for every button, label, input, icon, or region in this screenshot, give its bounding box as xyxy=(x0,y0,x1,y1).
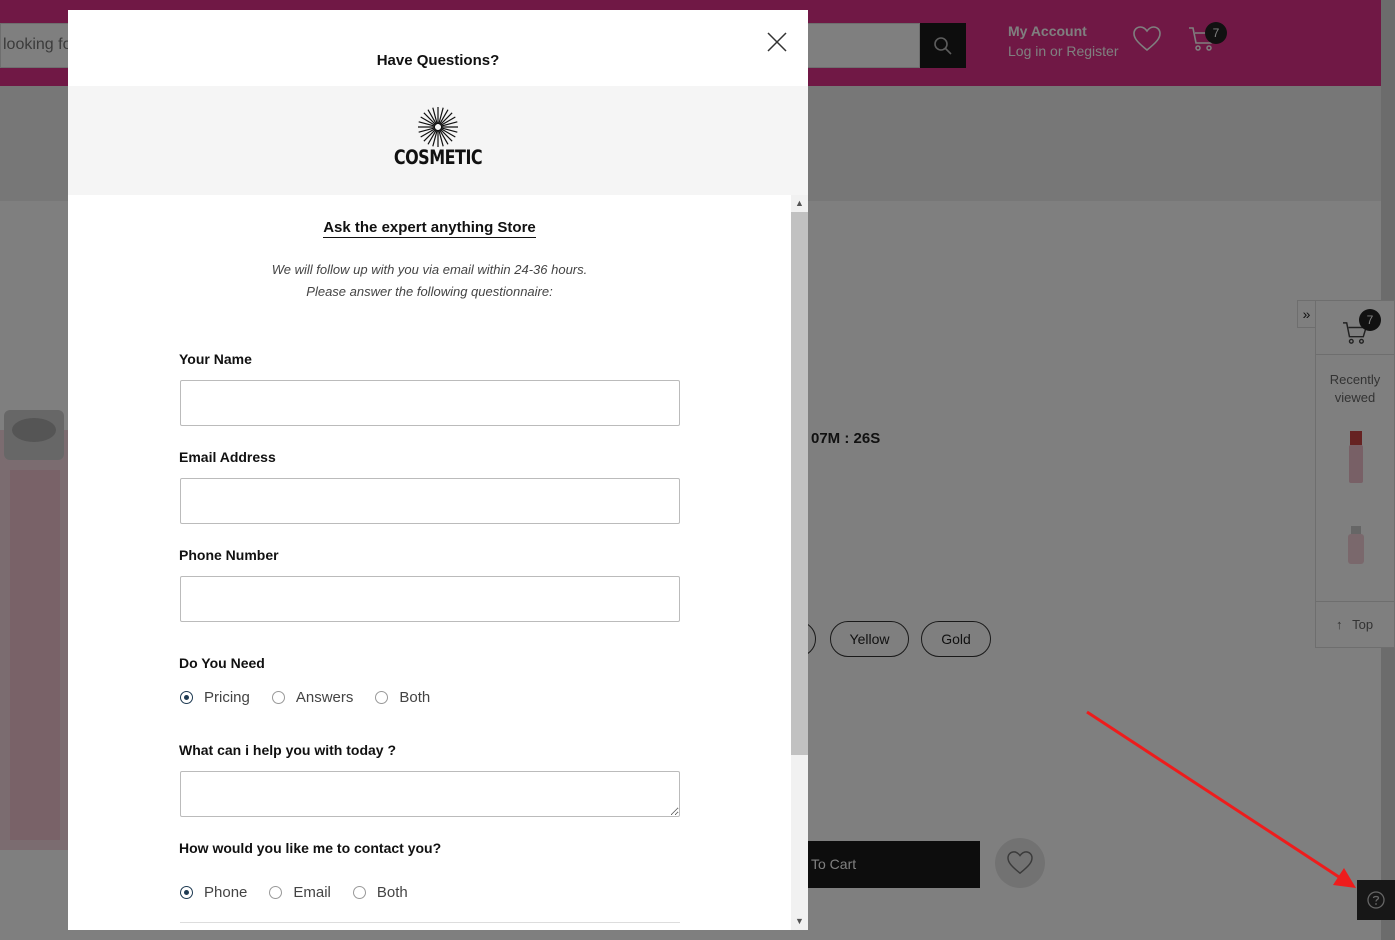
email-field[interactable] xyxy=(180,478,680,524)
radio-label: Phone xyxy=(204,884,248,901)
scrollbar-thumb[interactable] xyxy=(791,212,808,755)
radio-label: Email xyxy=(293,884,331,901)
close-button[interactable] xyxy=(765,30,789,54)
radio-button[interactable] xyxy=(352,886,366,899)
need-label: Do You Need xyxy=(179,655,265,671)
radio-button[interactable] xyxy=(271,691,285,704)
radio-button[interactable] xyxy=(180,691,193,704)
radio-label: Pricing xyxy=(204,689,250,706)
close-icon xyxy=(767,32,787,52)
scroll-up-icon[interactable]: ▲ xyxy=(791,195,808,212)
phone-label: Phone Number xyxy=(179,547,279,563)
phone-field[interactable] xyxy=(180,576,680,622)
modal-title: Have Questions? xyxy=(376,52,500,69)
help-label: What can i help you with today ? xyxy=(179,742,397,758)
radio-label: Answers xyxy=(295,689,354,706)
need-option-pricing[interactable]: Pricing xyxy=(180,689,250,706)
intro-line: Please answer the following questionnair… xyxy=(306,284,553,299)
radio-button[interactable] xyxy=(180,886,193,899)
questionnaire-form: Ask the expert anything Store We will fo… xyxy=(68,195,791,930)
modal-scrollbar[interactable]: ▲ ▼ xyxy=(791,195,808,930)
scroll-down-icon[interactable]: ▼ xyxy=(791,913,808,930)
name-field[interactable] xyxy=(180,380,680,426)
store-title: Ask the expert anything Store xyxy=(323,219,536,238)
intro-text: We will follow up with you via email wit… xyxy=(68,259,791,303)
help-textarea[interactable] xyxy=(180,771,680,817)
contact-label: How would you like me to contact you? xyxy=(179,840,442,856)
need-option-answers[interactable]: Answers xyxy=(271,689,354,706)
radio-label: Both xyxy=(399,689,431,706)
questions-modal: Have Questions? COSMETIC Ask the expert … xyxy=(68,10,808,930)
divider xyxy=(180,922,680,923)
starburst-logo-icon xyxy=(418,107,458,147)
logo-banner: COSMETIC xyxy=(68,86,808,195)
need-radio-group: Pricing Answers Both xyxy=(180,689,452,706)
contact-option-phone[interactable]: Phone xyxy=(180,884,247,901)
contact-option-both[interactable]: Both xyxy=(352,884,408,901)
need-option-both[interactable]: Both xyxy=(375,689,430,706)
email-label: Email Address xyxy=(179,449,276,465)
radio-button[interactable] xyxy=(375,691,389,704)
radio-label: Both xyxy=(376,884,408,901)
intro-line: We will follow up with you via email wit… xyxy=(271,262,588,277)
contact-radio-group: Phone Email Both xyxy=(180,884,430,901)
name-label: Your Name xyxy=(179,351,252,367)
brand-logo: COSMETIC xyxy=(393,146,483,169)
radio-button[interactable] xyxy=(269,886,283,899)
contact-option-email[interactable]: Email xyxy=(269,884,331,901)
